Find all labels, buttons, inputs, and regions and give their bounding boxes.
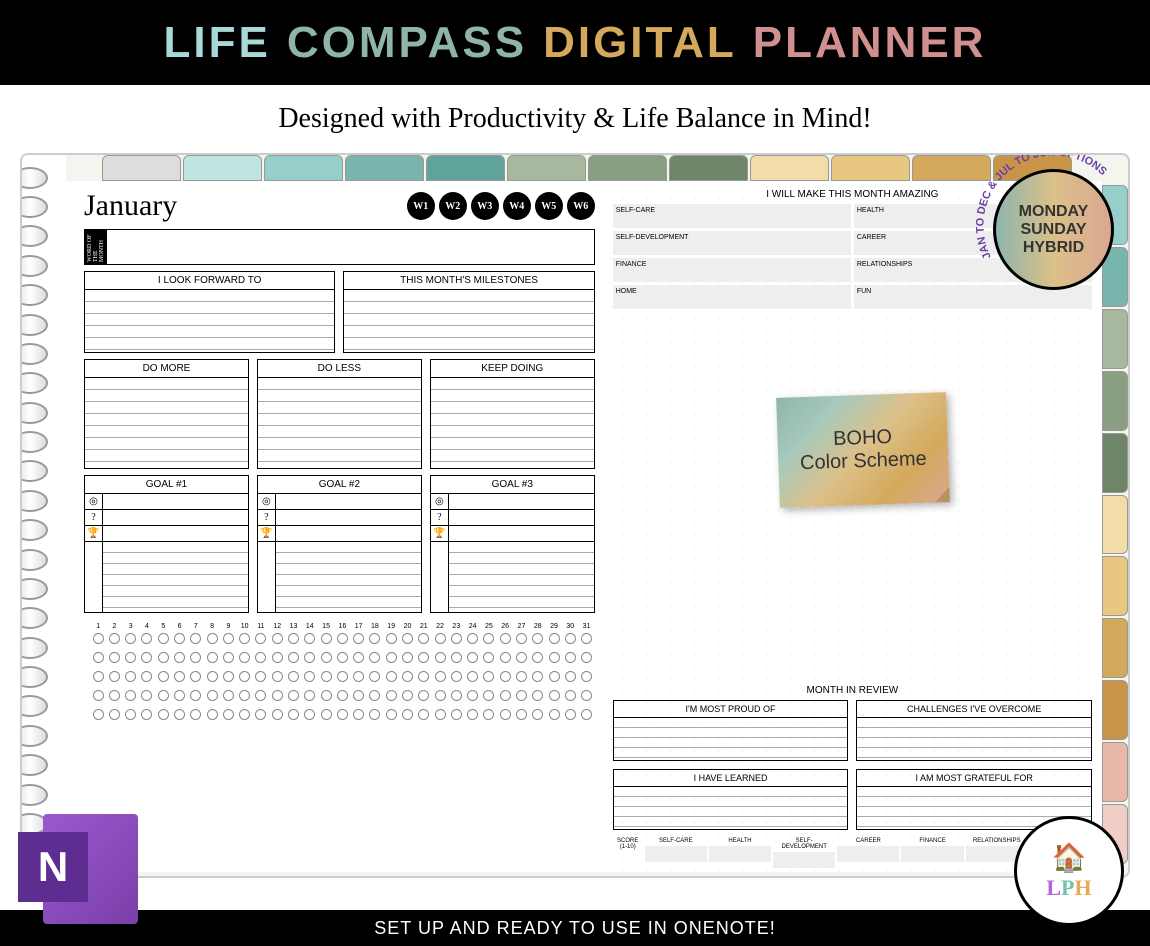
goal-box[interactable]: GOAL #3◎?🏆 (430, 475, 595, 613)
section-tab[interactable] (1102, 371, 1128, 431)
lph-logo: 🏠 LPH (1014, 816, 1124, 926)
category-field[interactable]: HOME (613, 285, 851, 309)
month-tab[interactable] (345, 155, 424, 181)
week-button[interactable]: W3 (471, 192, 499, 220)
options-badge: JAN TO DEC & JUL TO JUN OPTIONS MONDAY S… (971, 153, 1130, 312)
section-tab[interactable] (1102, 680, 1128, 740)
grateful-header: I AM MOST GRATEFUL FOR (857, 770, 1091, 787)
month-tab[interactable] (264, 155, 343, 181)
goal-box[interactable]: GOAL #1◎?🏆 (84, 475, 249, 613)
learned-header: I HAVE LEARNED (614, 770, 848, 787)
month-tab[interactable] (102, 155, 181, 181)
title-word-3: DIGITAL (543, 18, 737, 68)
score-label: SCORE (1-10) (613, 838, 643, 868)
spiral-binding (22, 155, 66, 876)
score-field[interactable]: HEALTH (709, 838, 771, 868)
section-tab[interactable] (1102, 495, 1128, 555)
title-banner: LIFE COMPASS DIGITAL PLANNER (0, 0, 1150, 85)
milestones-field[interactable] (344, 290, 593, 352)
category-field[interactable]: FINANCE (613, 258, 851, 282)
section-tab[interactable] (1102, 309, 1128, 369)
doless-field[interactable] (258, 378, 421, 468)
word-of-month-label: WORD OF THE MONTH (85, 230, 107, 264)
category-field[interactable]: SELF-CARE (613, 204, 851, 228)
color-scheme-sticky: BOHO Color Scheme (776, 392, 950, 508)
week-button[interactable]: W2 (439, 192, 467, 220)
bottom-banner: SET UP AND READY TO USE IN ONENOTE! (0, 910, 1150, 946)
learned-field[interactable] (614, 787, 848, 829)
title-word-2: COMPASS (287, 18, 527, 68)
category-field[interactable]: SELF-DEVELOPMENT (613, 231, 851, 255)
goal-box[interactable]: GOAL #2◎?🏆 (257, 475, 422, 613)
challenges-header: CHALLENGES I'VE OVERCOME (857, 701, 1091, 718)
tagline: Designed with Productivity & Life Balanc… (0, 85, 1150, 153)
planner-page: January W1W2W3W4W5W6 WORD OF THE MONTH I… (20, 153, 1130, 878)
week-button[interactable]: W5 (535, 192, 563, 220)
section-tab[interactable] (1102, 433, 1128, 493)
proud-header: I'M MOST PROUD OF (614, 701, 848, 718)
domore-header: DO MORE (85, 360, 248, 378)
habit-tracker[interactable]: 1234567891011121314151617181920212223242… (84, 623, 595, 725)
score-field[interactable]: CAREER (837, 838, 899, 868)
month-tab[interactable] (750, 155, 829, 181)
month-tab[interactable] (588, 155, 667, 181)
section-tab[interactable] (1102, 556, 1128, 616)
section-tab[interactable] (1102, 742, 1128, 802)
score-field[interactable]: FINANCE (901, 838, 963, 868)
section-tab[interactable] (1102, 618, 1128, 678)
week-button[interactable]: W4 (503, 192, 531, 220)
title-word-1: LIFE (164, 18, 271, 68)
forward-field[interactable] (85, 290, 334, 352)
month-tab[interactable] (183, 155, 262, 181)
keepdoing-header: KEEP DOING (431, 360, 594, 378)
week-buttons: W1W2W3W4W5W6 (403, 192, 595, 220)
week-button[interactable]: W1 (407, 192, 435, 220)
domore-field[interactable] (85, 378, 248, 468)
forward-header: I LOOK FORWARD TO (85, 272, 334, 290)
proud-field[interactable] (614, 718, 848, 760)
onenote-icon: N (18, 814, 138, 934)
score-field[interactable]: SELF-DEVELOPMENT (773, 838, 835, 868)
keepdoing-field[interactable] (431, 378, 594, 468)
milestones-header: THIS MONTH'S MILESTONES (344, 272, 593, 290)
month-title: January (84, 189, 403, 223)
month-tab[interactable] (669, 155, 748, 181)
month-tab[interactable] (507, 155, 586, 181)
word-of-month-field[interactable] (107, 230, 594, 264)
review-header: MONTH IN REVIEW (613, 685, 1092, 696)
doless-header: DO LESS (258, 360, 421, 378)
month-tab[interactable] (426, 155, 505, 181)
month-tab[interactable] (831, 155, 910, 181)
top-tabs (102, 155, 1074, 181)
challenges-field[interactable] (857, 718, 1091, 760)
score-field[interactable]: SELF-CARE (645, 838, 707, 868)
week-button[interactable]: W6 (567, 192, 595, 220)
title-word-4: PLANNER (753, 18, 987, 68)
